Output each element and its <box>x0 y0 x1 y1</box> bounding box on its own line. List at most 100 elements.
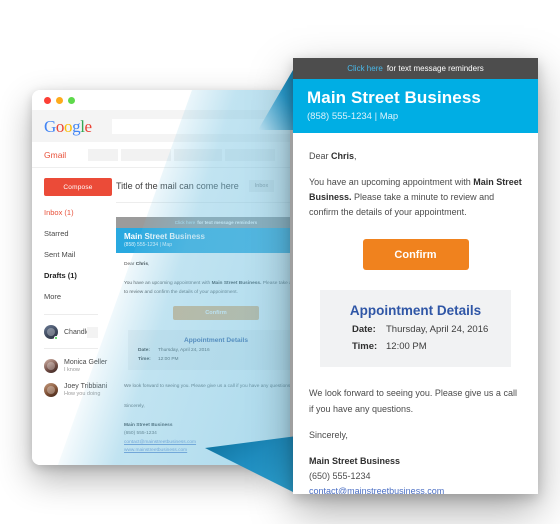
sidebar-item-sent[interactable]: Sent Mail <box>44 250 112 259</box>
click-here-link[interactable]: Click here <box>347 64 383 73</box>
preview-detail-row: Date: Thursday, April 24, 2016 <box>138 348 290 353</box>
confirm-button[interactable]: Confirm <box>362 239 469 271</box>
email-preview-thumbnail: Click here for text message reminders Mai… <box>116 217 290 456</box>
google-logo: Google <box>44 118 92 135</box>
google-header: Google <box>32 110 290 142</box>
minimize-button[interactable] <box>56 97 63 104</box>
contact-name: Monica Geller <box>64 359 108 366</box>
toolbar-chip[interactable] <box>121 148 172 161</box>
contact-text: Monica Geller I know <box>64 359 107 373</box>
contact-action-box[interactable] <box>87 327 98 338</box>
preview-banner-link[interactable]: Click here <box>175 220 195 225</box>
window-titlebar <box>32 90 290 110</box>
composite-mockup: Google Gmail Compose Inbox (1) Starred S… <box>0 0 560 524</box>
avatar <box>44 359 58 373</box>
para-part-a: You have an upcoming appointment with <box>309 177 474 188</box>
contact-snippet: How you doing <box>64 391 101 397</box>
logo-char: o <box>55 116 65 136</box>
online-status-dot <box>54 336 58 340</box>
search-input[interactable] <box>111 118 290 134</box>
greeting-pre: Dear <box>309 151 332 161</box>
list-item[interactable]: Monica Geller I know <box>44 359 112 373</box>
detail-value: 12:00 PM <box>386 341 427 353</box>
email-detail-panel: Click here for text message reminders Mai… <box>293 58 538 494</box>
detail-key: Time: <box>352 341 378 353</box>
greeting-line: Dear Chris, <box>309 149 522 164</box>
details-heading: Appointment Details <box>349 303 482 319</box>
signature-business-name: Main Street Business <box>309 455 401 466</box>
close-button[interactable] <box>44 97 51 104</box>
preview-para-b: Main Street Business. <box>211 281 262 287</box>
preview-greeting-name: Chris <box>135 262 148 267</box>
preview-greeting-post: , <box>148 262 150 267</box>
preview-sig-name: Main Street Business <box>124 422 173 428</box>
gmail-body: Compose Inbox (1) Starred Sent Mail Draf… <box>32 168 290 465</box>
gmail-label: Gmail <box>44 149 67 160</box>
closing-paragraph: We look forward to seeing you. Please gi… <box>309 388 517 414</box>
preview-sig-site-link[interactable]: www.mainstreetbusiness.com <box>124 447 290 455</box>
sidebar-item-starred[interactable]: Starred <box>44 229 112 238</box>
preview-sig-email-link[interactable]: contact@mainstreetbusiness.com <box>124 439 290 447</box>
preview-detail-key: Date: <box>138 348 150 354</box>
gmail-reading-pane: Title of the mail can come here Inbox Cl… <box>112 168 290 465</box>
toolbar-chip-group <box>88 148 276 161</box>
preview-paragraph: You have an upcoming appointment with Ma… <box>124 280 290 297</box>
mail-subject: Title of the mail can come here <box>116 181 239 191</box>
business-name: Main Street Business <box>307 88 481 107</box>
detail-row-time: Time: 12:00 PM <box>334 341 497 352</box>
toolbar-chip[interactable] <box>88 148 119 161</box>
preview-details-heading: Appointment Details <box>183 337 249 345</box>
preview-greeting-pre: Dear <box>124 262 136 267</box>
detail-row-date: Date: Thursday, April 24, 2016 <box>334 324 497 335</box>
email-footer: We look forward to seeing you. Please gi… <box>293 367 538 494</box>
preview-details-card: Appointment Details Date: Thursday, Apri… <box>128 330 290 371</box>
preview-closing: We look forward to seeing you. Please gi… <box>124 384 290 390</box>
sidebar-divider <box>44 314 98 315</box>
sms-reminder-text: for text message reminders <box>386 64 484 73</box>
sidebar-item-more[interactable]: More <box>44 292 112 301</box>
sidebar-item-drafts[interactable]: Drafts (1) <box>44 271 112 280</box>
preview-sig-phone: (650) 555-1234 <box>124 431 157 437</box>
maximize-button[interactable] <box>68 97 75 104</box>
preview-body: Dear Chris, You have an upcoming appoint… <box>116 253 290 374</box>
preview-detail-key: Time: <box>138 357 151 363</box>
mail-title-row: Title of the mail can come here Inbox <box>116 180 290 192</box>
sidebar-item-inbox[interactable]: Inbox (1) <box>44 208 112 217</box>
preview-greeting: Dear Chris, <box>124 261 290 269</box>
compose-button[interactable]: Compose <box>44 178 112 196</box>
recipient-name: Chris <box>331 151 355 161</box>
list-item[interactable]: Chandler <box>44 325 112 340</box>
list-item[interactable]: Joey Tribbiani How you doing <box>44 383 112 397</box>
preview-detail-value: 12:00 PM <box>158 357 179 363</box>
contact-name: Joey Tribbiani <box>64 383 108 390</box>
appointment-paragraph: You have an upcoming appointment with Ma… <box>309 175 522 220</box>
preview-para-a: You have an upcoming appointment with <box>124 281 212 287</box>
mail-divider <box>116 202 290 203</box>
preview-confirm-button[interactable]: Confirm <box>173 306 259 321</box>
toolbar-chip[interactable] <box>174 148 223 161</box>
business-contact[interactable]: (858) 555-1234 | Map <box>307 111 524 122</box>
contact-snippet: I know <box>64 367 80 373</box>
sincerely-line: Sincerely, <box>309 429 348 440</box>
logo-char: e <box>84 116 93 136</box>
signature-email-link[interactable]: contact@mainstreetbusiness.com <box>309 484 522 494</box>
signature-phone: (650) 555-1234 <box>309 470 371 481</box>
preview-footer: We look forward to seeing you. Please gi… <box>116 374 290 455</box>
preview-banner-text: for text message reminders <box>197 220 258 225</box>
detail-value: Thursday, April 24, 2016 <box>386 324 489 336</box>
avatar <box>44 383 58 397</box>
appointment-details-card: Appointment Details Date: Thursday, Apri… <box>320 290 511 368</box>
preview-banner: Click here for text message reminders <box>116 217 290 228</box>
preview-business-contact: (858) 555-1234 | Map <box>124 242 172 248</box>
list-divider <box>44 348 98 349</box>
greeting-post: , <box>354 151 357 161</box>
toolbar-chip[interactable] <box>225 148 276 161</box>
sms-reminder-banner: Click here for text message reminders <box>293 58 538 79</box>
preview-brand-header: Main Street Business (858) 555-1234 | Ma… <box>116 228 290 253</box>
mail-label-chip: Inbox <box>248 180 275 192</box>
